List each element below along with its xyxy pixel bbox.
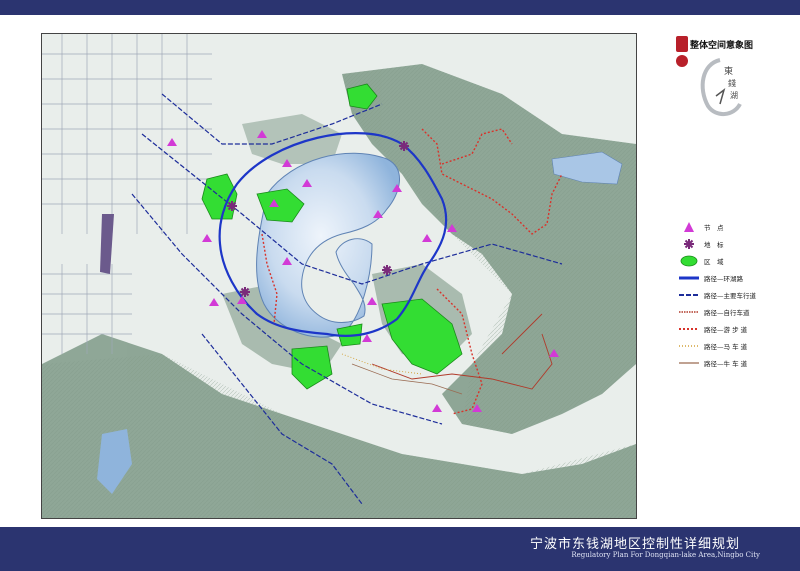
legend-label: 区 域 — [704, 258, 724, 266]
legend-row-node: 节 点 — [678, 220, 788, 237]
dongqian-lake-logo: 東 錢 湖 — [700, 58, 742, 116]
legend-row-area: 区 域 — [678, 254, 788, 271]
legend-row-walk-path: 路径—游 步 道 — [678, 322, 788, 339]
red-seal-stamp — [676, 36, 688, 52]
bike-path-line — [679, 311, 699, 313]
bottom-title-bar: 宁波市东钱湖地区控制性详细规划 Regulatory Plan For Dong… — [0, 527, 800, 571]
red-seal-round — [676, 55, 688, 67]
cart-path-line — [679, 362, 699, 364]
legend-label: 地 标 — [704, 241, 724, 249]
svg-text:錢: 錢 — [728, 78, 736, 88]
legend-label: 路径—马 车 道 — [704, 343, 748, 351]
legend-label: 节 点 — [704, 224, 724, 232]
map-frame — [41, 33, 637, 519]
area-icon — [680, 255, 698, 267]
svg-text:湖: 湖 — [730, 91, 738, 100]
ring-road-line — [679, 276, 699, 280]
horse-path-line — [679, 345, 699, 347]
svg-text:東: 東 — [724, 65, 733, 77]
node-icon — [684, 222, 694, 232]
legend-row-horse-path: 路径—马 车 道 — [678, 339, 788, 356]
legend-row-cart-path: 路径—牛 车 道 — [678, 356, 788, 373]
legend-label: 路径—自行车道 — [704, 309, 750, 317]
plan-map — [42, 34, 636, 518]
plan-subtitle: Regulatory Plan For Dongqian-lake Area,N… — [571, 551, 760, 559]
legend-row-landmark: 地 标 — [678, 237, 788, 254]
legend-row-ring-road: 路径—环湖路 — [678, 271, 788, 288]
legend-label: 路径—主要车行道 — [704, 292, 756, 300]
legend-label: 路径—环湖路 — [704, 275, 743, 283]
landmark-icon — [684, 239, 694, 249]
walk-path-line — [679, 328, 699, 330]
legend-row-main-road: 路径—主要车行道 — [678, 288, 788, 305]
map-title: 整体空间意象图 — [690, 41, 754, 51]
legend-label: 路径—游 步 道 — [704, 326, 748, 334]
legend-row-bike-path: 路径—自行车道 — [678, 305, 788, 322]
legend-label: 路径—牛 车 道 — [704, 360, 748, 368]
main-road-line — [679, 294, 699, 296]
top-title-bar — [0, 0, 800, 15]
plan-title: 宁波市东钱湖地区控制性详细规划 — [529, 537, 740, 552]
map-legend: 节 点 地 标 区 域 路径—环湖路 路径—主要车行道 路径—自行车道 路径—游… — [678, 220, 788, 373]
